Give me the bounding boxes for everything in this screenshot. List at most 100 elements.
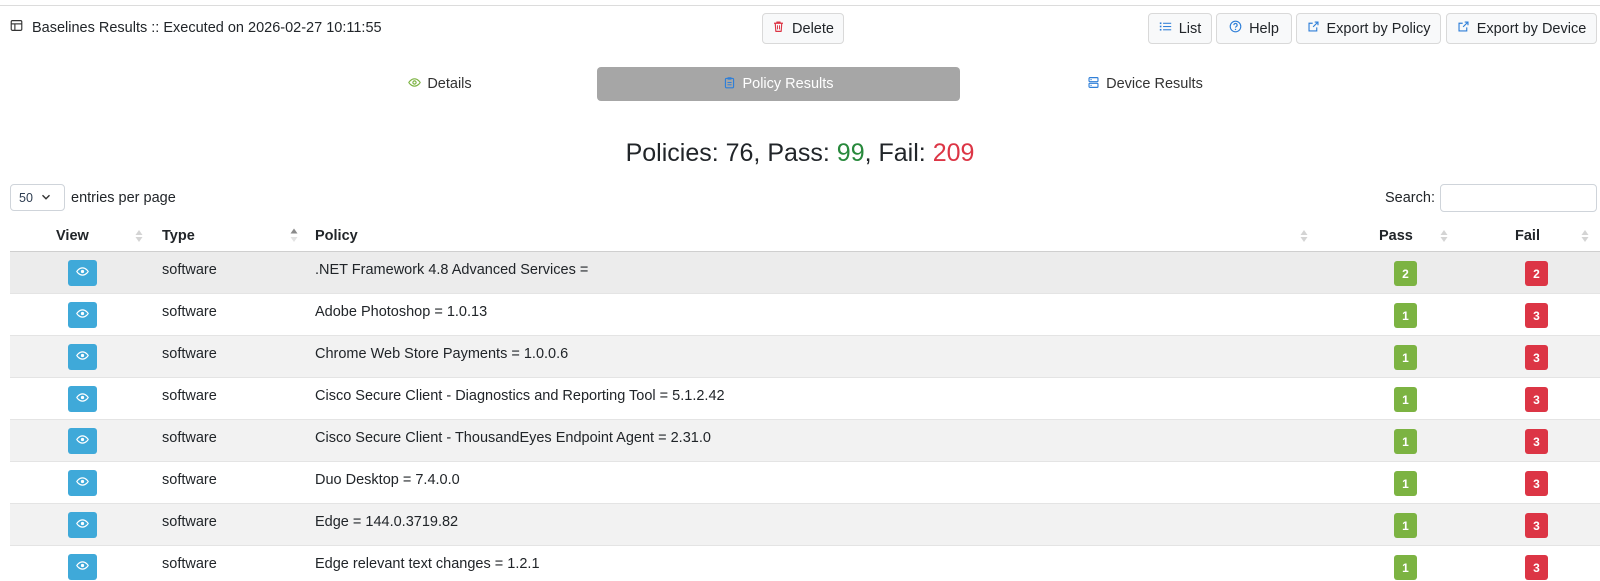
table-row: software Edge = 144.0.3719.82 1 3 [10,504,1600,546]
export-by-policy-button[interactable]: Export by Policy [1296,13,1441,44]
fail-badge: 3 [1525,555,1548,580]
sort-ascending-icon[interactable] [289,227,299,245]
eye-icon [76,391,89,407]
type-cell: software [162,472,217,488]
policy-cell: Cisco Secure Client - ThousandEyes Endpo… [315,430,711,446]
page-title: Baselines Results :: Executed on 2026-02… [10,19,382,36]
policy-cell: Cisco Secure Client - Diagnostics and Re… [315,388,725,404]
eye-icon [76,517,89,533]
fail-badge: 3 [1525,303,1548,328]
column-header-view[interactable]: View [56,228,89,244]
view-button[interactable] [68,554,97,580]
column-header-pass[interactable]: Pass [1379,228,1413,244]
results-summary: Policies: 76, Pass: 99, Fail: 209 [0,139,1600,168]
column-header-fail[interactable]: Fail [1515,228,1540,244]
table-row: software Chrome Web Store Payments = 1.0… [10,336,1600,378]
page-size-value: 50 [19,190,33,205]
fail-badge: 2 [1525,261,1548,286]
summary-fail-prefix: , Fail: [864,139,933,167]
table-row: software Edge relevant text changes = 1.… [10,546,1600,581]
list-label: List [1178,20,1202,37]
column-header-type[interactable]: Type [162,228,195,244]
policy-cell: Adobe Photoshop = 1.0.13 [315,304,488,320]
policy-cell: .NET Framework 4.8 Advanced Services = [315,262,589,278]
fail-badge: 3 [1525,345,1548,370]
table-row: software .NET Framework 4.8 Advanced Ser… [10,252,1600,294]
policy-cell: Edge relevant text changes = 1.2.1 [315,556,540,572]
delete-button[interactable]: Delete [762,13,844,44]
column-header-policy[interactable]: Policy [315,228,358,244]
table-row: software Duo Desktop = 7.4.0.0 1 3 [10,462,1600,504]
tab-device-results[interactable]: Device Results [1070,67,1220,101]
type-cell: software [162,346,217,362]
view-button[interactable] [68,260,97,286]
policy-results-table: View Type Policy Pass Fail software .NET… [10,220,1600,581]
sort-icon[interactable] [134,227,144,245]
pass-badge: 2 [1394,261,1417,286]
eye-icon [408,76,422,93]
policy-cell: Edge = 144.0.3719.82 [315,514,459,530]
view-button[interactable] [68,428,97,454]
pass-badge: 1 [1394,387,1417,412]
page-size-select[interactable]: 50 [10,184,65,211]
pass-badge: 1 [1394,303,1417,328]
pass-badge: 1 [1394,471,1417,496]
type-cell: software [162,514,217,530]
list-button[interactable]: List [1148,13,1212,44]
type-cell: software [162,304,217,320]
delete-label: Delete [792,20,834,37]
export-by-policy-label: Export by Policy [1326,20,1431,37]
page-title-text: Baselines Results :: Executed on 2026-02… [32,19,382,36]
pass-badge: 1 [1394,429,1417,454]
table-header: View Type Policy Pass Fail [10,220,1600,252]
tab-details-label: Details [427,76,472,92]
view-button[interactable] [68,386,97,412]
fail-badge: 3 [1525,429,1548,454]
summary-policies: Policies: 76, Pass: [625,139,837,167]
table-row: software Adobe Photoshop = 1.0.13 1 3 [10,294,1600,336]
export-by-device-button[interactable]: Export by Device [1446,13,1597,44]
view-button[interactable] [68,302,97,328]
page-size-label: entries per page [71,190,176,206]
tab-policy-results[interactable]: Policy Results [597,67,960,101]
eye-icon [76,349,89,365]
type-cell: software [162,262,217,278]
type-cell: software [162,388,217,404]
sort-icon[interactable] [1439,227,1449,245]
fail-badge: 3 [1525,513,1548,538]
summary-pass-count: 99 [836,139,865,167]
top-divider [0,0,1600,6]
eye-icon [76,307,89,323]
pass-badge: 1 [1394,555,1417,580]
pass-badge: 1 [1394,345,1417,370]
view-button[interactable] [68,344,97,370]
search-label: Search: [1385,190,1435,206]
policy-cell: Chrome Web Store Payments = 1.0.0.6 [315,346,569,362]
policy-cell: Duo Desktop = 7.4.0.0 [315,472,460,488]
sort-icon[interactable] [1580,227,1590,245]
trash-icon [772,20,785,37]
summary-fail-count: 209 [932,139,975,167]
help-button[interactable]: Help [1216,13,1292,44]
type-cell: software [162,556,217,572]
view-button[interactable] [68,512,97,538]
export-by-device-label: Export by Device [1476,20,1587,37]
sort-icon[interactable] [1299,227,1309,245]
table-icon [10,19,23,36]
view-button[interactable] [68,470,97,496]
search-input[interactable] [1440,184,1597,212]
chevron-down-icon [41,191,51,205]
fail-badge: 3 [1525,387,1548,412]
external-link-icon [1457,20,1470,37]
external-link-icon [1307,20,1320,37]
fail-badge: 3 [1525,471,1548,496]
table-row: software Cisco Secure Client - Diagnosti… [10,378,1600,420]
pass-badge: 1 [1394,513,1417,538]
tab-device-results-label: Device Results [1106,76,1203,92]
tab-details[interactable]: Details [380,67,500,101]
clipboard-icon [723,76,736,93]
type-cell: software [162,430,217,446]
eye-icon [76,475,89,491]
list-icon [1159,20,1172,37]
eye-icon [76,265,89,281]
